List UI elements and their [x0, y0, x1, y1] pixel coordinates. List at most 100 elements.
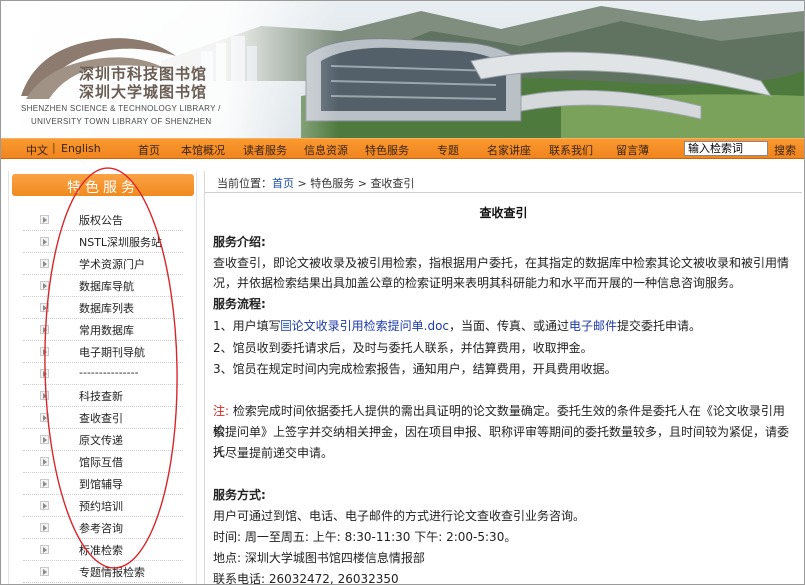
breadcrumb-home-link[interactable]: 首页 [272, 177, 294, 190]
nav-item-guestbook[interactable]: 留言薄 [616, 142, 649, 158]
breadcrumb-current: 查收查引 [370, 177, 415, 190]
page-frame: 深圳市科技图书馆 深圳大学城图书馆 SHENZHEN SCIENCE & TEC… [0, 0, 805, 585]
note-line-3: 人尽量提前递交申请。 [213, 446, 334, 460]
breadcrumb-level2[interactable]: 特色服务 [310, 177, 354, 190]
sidebar-item-label: 版权公告 [79, 214, 123, 227]
arrow-bullet-icon [40, 523, 49, 532]
sidebar-item-standards-search[interactable]: 标准检索 [23, 539, 183, 561]
nav-item-home[interactable]: 首页 [138, 142, 160, 158]
nav-item-resources[interactable]: 信息资源 [304, 142, 348, 158]
sidebar-item-label: 查收查引 [79, 412, 123, 425]
step1-suffix: 提交委托申请。 [617, 319, 702, 333]
breadcrumb-arrow: > [297, 177, 307, 190]
sidebar-item-citation-search[interactable]: 查收查引 [23, 407, 183, 429]
service-address: 地点: 深圳大学城图书馆四楼信息情报部 [213, 551, 425, 565]
main-content: 当前位置：首页 > 特色服务 > 查收查引 查收查引 服务介绍: 查收查引，即论… [204, 171, 802, 585]
intro-line-1: 查收查引，即论文被收录及被引用检索，指根据用户委托，在其指定的数据库中检索其论文… [213, 256, 790, 270]
intro-line-2: 况，并依据检索结果出具加盖公章的检索证明来表明其科研能力和水平而开展的一种信息咨… [213, 276, 742, 290]
arrow-bullet-icon [40, 347, 49, 356]
breadcrumb: 当前位置：首页 > 特色服务 > 查收查引 [205, 171, 802, 193]
sidebar-item-topic-intel-search[interactable]: 专题情报检索 [23, 561, 183, 583]
nav-item-reader-services[interactable]: 读者服务 [243, 142, 287, 158]
request-form-link[interactable]: 论文收录引用检索提问单.doc [292, 319, 449, 333]
search-input[interactable]: 输入检索词 [684, 141, 768, 156]
sidebar-item-training[interactable]: 预约培训 [23, 495, 183, 517]
sidebar-item-novelty-search[interactable]: 科技查新 [23, 385, 183, 407]
process-step-3: 3、馆员在规定时间内完成检索报告，通知用户，结算费用，开具费用收据。 [213, 362, 617, 376]
note-label: 注: [213, 404, 230, 418]
search-button[interactable]: 搜索 [774, 142, 796, 158]
breadcrumb-prefix: 当前位置： [217, 177, 272, 190]
arrow-bullet-icon [40, 237, 49, 246]
lang-chinese-link[interactable]: 中文 [26, 142, 48, 158]
sidebar-item-copyright[interactable]: 版权公告 [23, 209, 183, 231]
process-step-1: 1、用户填写 论文收录引用检索提问单.doc，当面、传真、或通过电子邮件提交委托申… [213, 316, 793, 336]
arrow-bullet-icon [40, 413, 49, 422]
header-banner: 深圳市科技图书馆 深圳大学城图书馆 SHENZHEN SCIENCE & TEC… [1, 1, 804, 138]
sidebar-divider-item: --------------- [23, 363, 183, 385]
sidebar-item-label: 到馆辅导 [79, 478, 123, 491]
sidebar-item-label: 数据库导航 [79, 280, 134, 293]
logo-title-en-1: SHENZHEN SCIENCE & TECHNOLOGY LIBRARY / [21, 104, 221, 113]
sidebar-item-label: 电子期刊导航 [79, 346, 145, 359]
sidebar-item-label: 参考咨询 [79, 522, 123, 535]
sidebar-item-label: 标准检索 [79, 544, 123, 557]
logo-title-en-2: UNIVERSITY TOWN LIBRARY OF SHENZHEN [31, 117, 212, 126]
sidebar-item-reference-consulting[interactable]: 参考咨询 [23, 517, 183, 539]
nav-item-special-services[interactable]: 特色服务 [365, 142, 409, 158]
lang-separator: | [52, 141, 56, 154]
page-title: 查收查引 [479, 206, 528, 220]
sidebar-item-label: 学术资源门户 [79, 258, 145, 271]
nav-item-topics[interactable]: 专题 [437, 142, 459, 158]
sidebar-heading: 特色服务 [12, 174, 194, 196]
arrow-bullet-icon [40, 391, 49, 400]
sidebar-item-database-nav[interactable]: 数据库导航 [23, 275, 183, 297]
arrow-bullet-icon [40, 457, 49, 466]
sidebar-item-label: 预约培训 [79, 500, 123, 513]
method-line-1: 用户可通过到馆、电话、电子邮件的方式进行论文查收查引业务咨询。 [213, 509, 586, 523]
process-heading: 服务流程: [213, 297, 266, 311]
step1-mid: ，当面、传真、或通过 [449, 319, 570, 333]
arrow-bullet-icon [40, 281, 49, 290]
sidebar-item-label: 常用数据库 [79, 324, 134, 337]
sidebar-item-onsite-guidance[interactable]: 到馆辅导 [23, 473, 183, 495]
intro-heading: 服务介绍: [213, 235, 266, 249]
arrow-bullet-icon [40, 215, 49, 224]
method-heading: 服务方式: [213, 488, 266, 502]
nav-item-contact[interactable]: 联系我们 [549, 142, 593, 158]
arrow-bullet-icon [40, 435, 49, 444]
arrow-bullet-icon [40, 303, 49, 312]
lang-english-link[interactable]: English [61, 142, 101, 155]
sidebar-item-label: 科技查新 [79, 390, 123, 403]
arrow-bullet-icon [40, 325, 49, 334]
sidebar-item-database-list[interactable]: 数据库列表 [23, 297, 183, 319]
sidebar-item-label: NSTL深圳服务站 [79, 236, 163, 249]
arrow-bullet-icon [40, 501, 49, 510]
sidebar-item-common-databases[interactable]: 常用数据库 [23, 319, 183, 341]
arrow-bullet-icon [40, 545, 49, 554]
process-step-2: 2、馆员收到委托请求后，及时与委托人联系，并估算费用，收取押金。 [213, 341, 593, 355]
nav-item-about[interactable]: 本馆概况 [181, 142, 225, 158]
email-link[interactable]: 电子邮件 [569, 319, 617, 333]
sidebar-item-document-delivery[interactable]: 原文传递 [23, 429, 183, 451]
sidebar-item-label: 专题情报检索 [79, 566, 145, 579]
sidebar-item-nstl[interactable]: NSTL深圳服务站 [23, 231, 183, 253]
sidebar-item-academic-portal[interactable]: 学术资源门户 [23, 253, 183, 275]
service-phone: 联系电话: 26032472, 26032350 [213, 572, 399, 585]
step1-prefix: 1、用户填写 [213, 319, 281, 333]
sidebar-item-ejournal-nav[interactable]: 电子期刊导航 [23, 341, 183, 363]
breadcrumb-arrow: > [357, 177, 367, 190]
main-nav: 中文 | English 首页 本馆概况 读者服务 信息资源 特色服务 专题 名… [1, 138, 804, 159]
nav-item-lectures[interactable]: 名家讲座 [487, 142, 531, 158]
logo-title-cn-2: 深圳大学城图书馆 [79, 83, 208, 101]
word-document-icon [280, 320, 291, 331]
arrow-bullet-icon [40, 567, 49, 576]
service-hours: 时间: 周一至周五: 上午: 8:30-11:30 下午: 2:00-5:30。 [213, 530, 517, 544]
arrow-bullet-icon [40, 259, 49, 268]
sidebar-item-interlibrary-loan[interactable]: 馆际互借 [23, 451, 183, 473]
sidebar-item-label: 数据库列表 [79, 302, 134, 315]
sidebar-item-label: 原文传递 [79, 434, 123, 447]
arrow-bullet-icon [40, 479, 49, 488]
sidebar-item-label: --------------- [79, 366, 139, 379]
sidebar: 特色服务 版权公告 NSTL深圳服务站 学术资源门户 数据库导航 数据库列表 常… [8, 171, 197, 584]
